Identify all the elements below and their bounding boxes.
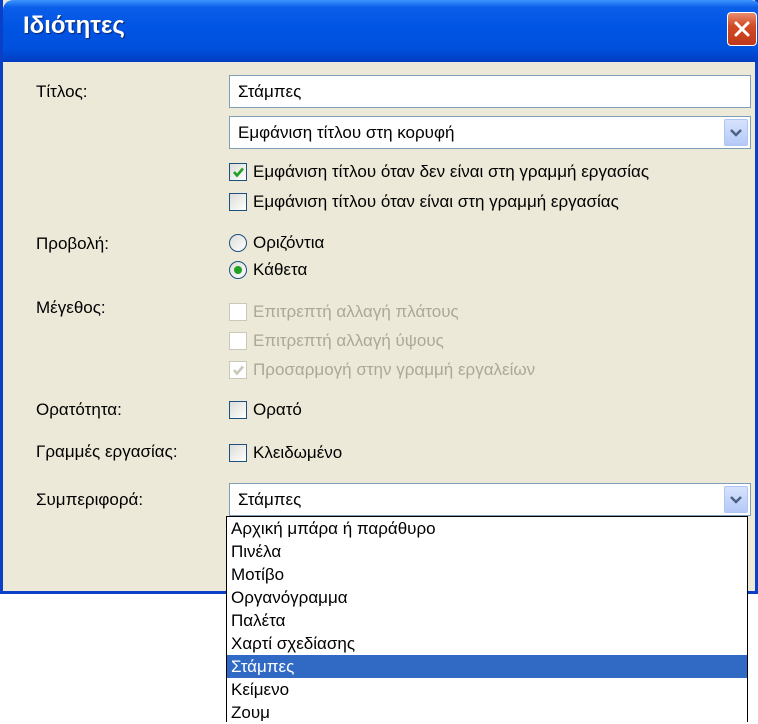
title-label: Τίτλος: (36, 82, 88, 101)
allow-height-row: Επιτρεπτή αλλαγή ύψους (229, 329, 444, 353)
show-title-taskbar-checkbox[interactable] (229, 193, 247, 211)
allow-width-checkbox (229, 303, 247, 321)
locked-row[interactable]: Κλειδωμένο (229, 441, 342, 465)
title-position-select[interactable]: Εμφάνιση τίτλου στη κορυφή (229, 116, 751, 149)
visible-row[interactable]: Ορατό (229, 398, 302, 422)
close-icon (734, 21, 750, 37)
chevron-down-icon[interactable] (724, 486, 748, 513)
visible-checkbox[interactable] (229, 401, 247, 419)
allow-height-checkbox (229, 332, 247, 350)
list-item[interactable]: Μοτίβο (227, 563, 747, 586)
allow-width-label: Επιτρεπτή αλλαγή πλάτους (253, 302, 459, 321)
title-bar[interactable]: Ιδιότητες (3, 0, 758, 62)
checkmark-icon (232, 167, 244, 177)
list-item-selected[interactable]: Στάμπες (227, 655, 747, 678)
title-position-value: Εμφάνιση τίτλου στη κορυφή (238, 123, 455, 142)
behavior-dropdown-list[interactable]: Αρχική μπάρα ή παράθυρο Πινέλα Μοτίβο Ορ… (226, 516, 748, 722)
taskbars-label: Γραμμές εργασίας: (36, 442, 178, 461)
chevron-down-icon[interactable] (724, 119, 748, 146)
title-input[interactable]: Στάμπες (229, 75, 751, 108)
fit-toolbar-checkbox (229, 361, 247, 379)
size-label: Μέγεθος: (36, 298, 106, 317)
list-item[interactable]: Χαρτί σχεδίασης (227, 632, 747, 655)
orientation-horizontal-row[interactable]: Οριζόντια (229, 231, 324, 255)
visibility-label: Ορατότητα: (36, 400, 122, 419)
show-title-not-taskbar-label: Εμφάνιση τίτλου όταν δεν είναι στη γραμμ… (253, 162, 650, 181)
locked-checkbox[interactable] (229, 444, 247, 462)
properties-dialog: Ιδιότητες Τίτλος: Στάμπες Εμφάνιση τίτλο… (0, 0, 758, 594)
fit-toolbar-row: Προσαρμογή στην γραμμή εργαλείων (229, 358, 535, 382)
fit-toolbar-label: Προσαρμογή στην γραμμή εργαλείων (253, 360, 536, 379)
allow-height-label: Επιτρεπτή αλλαγή ύψους (253, 331, 444, 350)
list-item[interactable]: Πινέλα (227, 540, 747, 563)
list-item[interactable]: Αρχική μπάρα ή παράθυρο (227, 517, 747, 540)
orientation-vertical-row[interactable]: Κάθετα (229, 258, 307, 282)
window-title: Ιδιότητες (23, 12, 125, 39)
allow-width-row: Επιτρεπτή αλλαγή πλάτους (229, 300, 459, 324)
view-label: Προβολή: (36, 234, 109, 253)
list-item[interactable]: Παλέτα (227, 609, 747, 632)
checkmark-icon (232, 365, 244, 375)
show-title-not-taskbar-row[interactable]: Εμφάνιση τίτλου όταν δεν είναι στη γραμμ… (229, 160, 649, 184)
show-title-not-taskbar-checkbox[interactable] (229, 163, 247, 181)
visible-label: Ορατό (253, 400, 302, 419)
orientation-horizontal-radio[interactable] (229, 234, 247, 252)
close-button[interactable] (727, 12, 757, 46)
list-item[interactable]: Κείμενο (227, 678, 747, 701)
behavior-select[interactable]: Στάμπες (229, 483, 751, 516)
behavior-label: Συμπεριφορά: (36, 490, 144, 509)
orientation-vertical-radio[interactable] (229, 261, 247, 279)
show-title-taskbar-row[interactable]: Εμφάνιση τίτλου όταν είναι στη γραμμή ερ… (229, 190, 619, 214)
show-title-taskbar-label: Εμφάνιση τίτλου όταν είναι στη γραμμή ερ… (253, 192, 619, 211)
orientation-vertical-label: Κάθετα (253, 260, 308, 279)
behavior-value: Στάμπες (238, 490, 302, 509)
list-item[interactable]: Ζουμ (227, 701, 747, 724)
orientation-horizontal-label: Οριζόντια (253, 233, 325, 252)
list-item[interactable]: Οργανόγραμμα (227, 586, 747, 609)
locked-label: Κλειδωμένο (253, 443, 343, 462)
